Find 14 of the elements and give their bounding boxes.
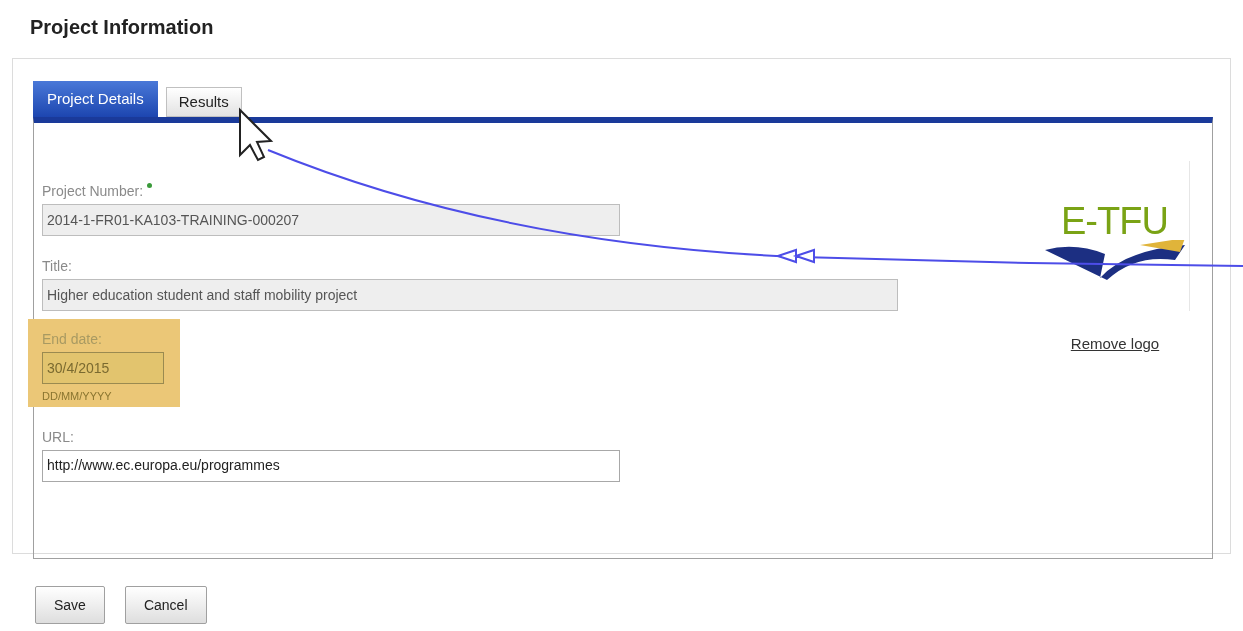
field-label: Project Number: [42,182,144,201]
page-title: Project Information [30,15,215,40]
field-label: End date: [42,330,102,349]
logo-text: E-TFU [1060,202,1169,240]
remove-logo-link[interactable]: Remove logo [1070,333,1160,356]
date-format-hint: DD/MM/YYYY [42,389,113,404]
field-label: URL: [42,427,74,447]
form-button[interactable]: Save [35,586,105,624]
tab[interactable]: Project Details [33,81,158,117]
tab[interactable]: Results [165,87,242,117]
form-button[interactable]: Cancel [124,586,207,624]
cursor-icon [239,107,274,162]
field-label: Title: [42,257,72,276]
input-field[interactable]: http://www.ec.europa.eu/programmes [42,449,620,482]
